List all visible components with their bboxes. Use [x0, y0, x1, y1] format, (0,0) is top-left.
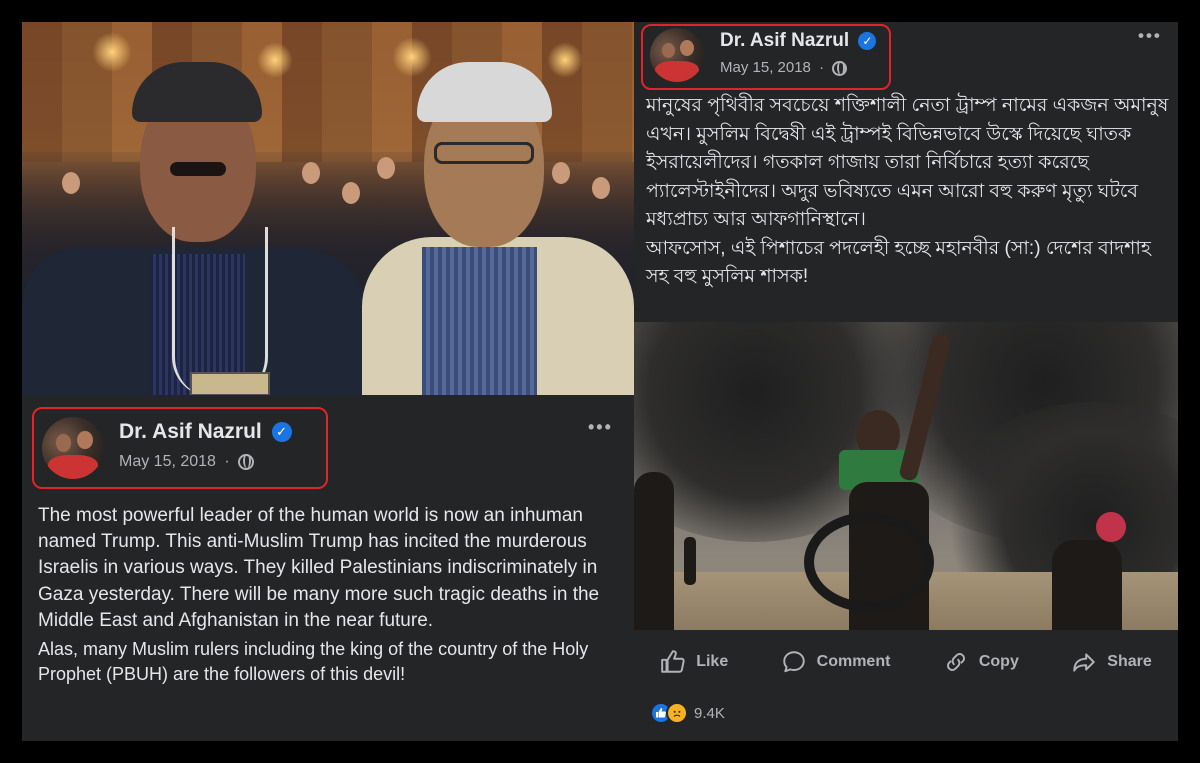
reaction-summary[interactable]: 9.4K: [650, 702, 725, 724]
post-text: The most powerful leader of the human wo…: [38, 503, 623, 690]
verified-badge-icon: ✓: [271, 422, 292, 443]
photo-light: [257, 42, 293, 78]
verified-badge-icon: ✓: [858, 31, 877, 50]
photo-light: [547, 42, 583, 78]
protest-photo[interactable]: [634, 322, 1178, 630]
share-button[interactable]: Share: [1071, 649, 1152, 675]
photo-figure: [634, 472, 674, 630]
comment-icon: [782, 651, 805, 673]
screenshot-frame: Dr. Asif Nazrul ✓ May 15, 2018 · ••• The…: [0, 0, 1200, 763]
globe-icon: [832, 60, 848, 76]
post-paragraph: মানুষের পৃথিবীর সবচেয়ে শক্তিশালী নেতা ট…: [646, 95, 1169, 230]
photo-glasses: [434, 142, 534, 164]
post-meta: May 15, 2018 ·: [720, 59, 848, 76]
post-date[interactable]: May 15, 2018: [720, 59, 811, 76]
copy-label: Copy: [978, 653, 1019, 670]
author-name[interactable]: Dr. Asif Nazrul: [720, 30, 849, 51]
post-paragraph: Alas, many Muslim rulers including the k…: [38, 639, 589, 684]
photo-light: [392, 37, 432, 77]
globe-icon: [238, 453, 255, 470]
photo-figure: [684, 537, 696, 585]
photo-shirt: [422, 247, 537, 395]
author-name-line: Dr. Asif Nazrul ✓: [119, 420, 292, 444]
sad-reaction-icon: [666, 702, 688, 724]
post-card-english: Dr. Asif Nazrul ✓ May 15, 2018 · ••• The…: [22, 395, 634, 741]
comment-label: Comment: [816, 653, 891, 670]
post-actions-bar: Like Comment Copy Share: [634, 636, 1178, 688]
author-name-line: Dr. Asif Nazrul ✓: [720, 30, 877, 52]
post-meta: May 15, 2018 ·: [119, 453, 255, 471]
copy-button[interactable]: Copy: [943, 649, 1019, 675]
photo-light: [92, 32, 132, 72]
post-card-bangla: Dr. Asif Nazrul ✓ May 15, 2018 · ••• মান…: [634, 22, 1178, 741]
share-label: Share: [1107, 653, 1152, 670]
post-paragraph: The most powerful leader of the human wo…: [38, 505, 600, 631]
comment-button[interactable]: Comment: [781, 649, 891, 675]
author-name[interactable]: Dr. Asif Nazrul: [119, 420, 262, 443]
more-options-icon[interactable]: •••: [588, 417, 613, 438]
photo-mustache: [170, 162, 226, 176]
more-options-icon[interactable]: •••: [1138, 26, 1162, 46]
photo-figure: [1052, 540, 1122, 630]
photo-lanyard: [172, 227, 268, 395]
photo-figure-head: [1096, 512, 1126, 542]
like-label: Like: [696, 653, 729, 670]
reaction-count: 9.4K: [694, 704, 725, 722]
share-icon: [1073, 653, 1095, 672]
like-icon: [661, 650, 685, 673]
link-icon: [946, 653, 965, 671]
like-button[interactable]: Like: [660, 649, 728, 675]
post-text: মানুষের পৃথিবীর সবচেয়ে শক্তিশালী নেতা ট…: [646, 92, 1174, 292]
photo-tire: [804, 512, 934, 612]
author-avatar[interactable]: [650, 28, 704, 82]
post-date[interactable]: May 15, 2018: [119, 453, 216, 470]
event-photo: [22, 22, 634, 395]
photo-name-badge: [190, 372, 270, 395]
post-paragraph: আফসোস, এই পিশাচের পদলেহী হচ্ছে মহানবীর (…: [646, 237, 1151, 288]
author-avatar[interactable]: [42, 417, 104, 479]
